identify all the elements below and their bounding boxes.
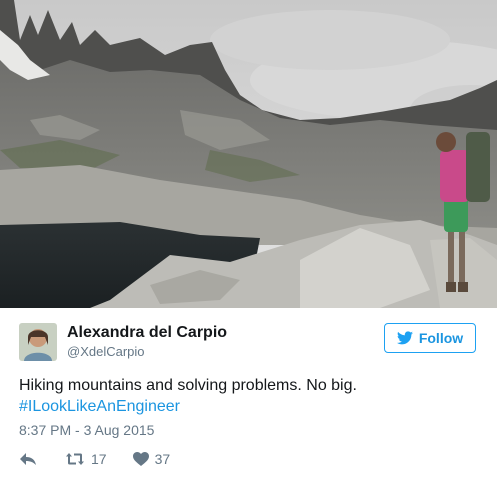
avatar[interactable]: [19, 323, 57, 361]
heart-icon: [132, 452, 149, 466]
author-display-name[interactable]: Alexandra del Carpio: [67, 323, 227, 343]
tweet-timestamp[interactable]: 8:37 PM - 3 Aug 2015: [19, 422, 154, 438]
author-names: Alexandra del Carpio @XdelCarpio: [67, 323, 227, 361]
tweet-text-line: Hiking mountains and solving problems. N…: [19, 377, 357, 394]
like-button[interactable]: 37: [132, 451, 171, 467]
tweet-photo[interactable]: [0, 0, 497, 308]
tweet-author[interactable]: Alexandra del Carpio @XdelCarpio: [19, 322, 227, 362]
hashtag-link[interactable]: #ILookLikeAnEngineer: [19, 396, 479, 417]
reply-icon: [20, 453, 36, 465]
embedded-tweet-card: Alexandra del Carpio @XdelCarpio Follow …: [0, 0, 497, 481]
tweet-actions: 17 37: [19, 450, 170, 468]
author-handle[interactable]: @XdelCarpio: [67, 343, 227, 361]
follow-button[interactable]: Follow: [384, 323, 476, 353]
bird-icon: [396, 331, 413, 345]
retweet-count: 17: [91, 451, 107, 467]
retweet-icon: [66, 453, 84, 465]
reply-button[interactable]: [19, 452, 37, 466]
follow-label: Follow: [418, 330, 464, 346]
like-count: 37: [154, 451, 171, 467]
retweet-button[interactable]: 17: [65, 451, 107, 467]
tweet-text: Hiking mountains and solving problems. N…: [19, 375, 479, 417]
